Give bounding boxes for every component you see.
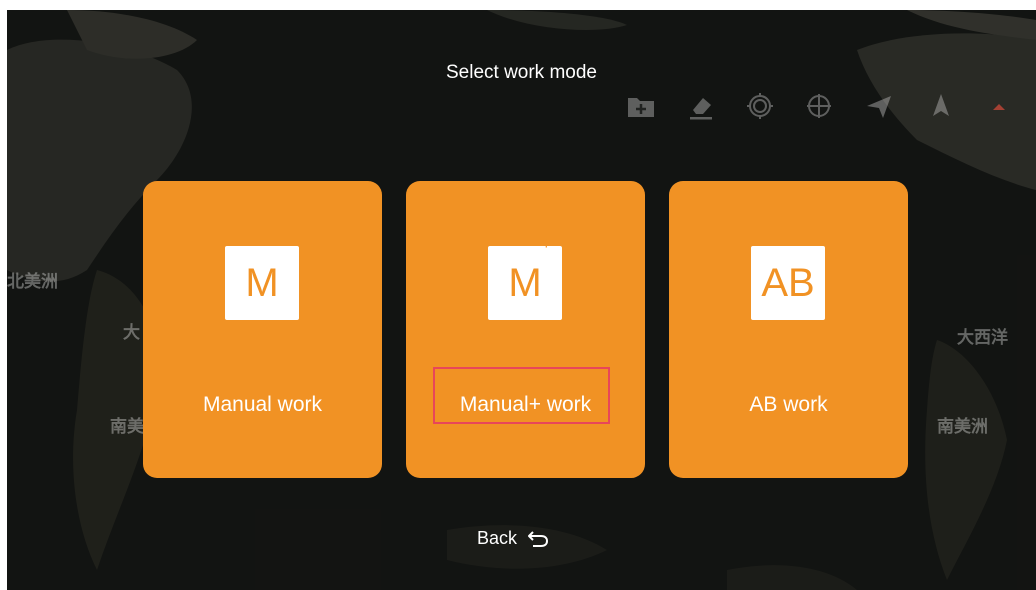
card-label: AB work [749,393,828,416]
home-point-icon [747,93,773,119]
send-icon [867,96,891,118]
locate-icon [807,94,831,118]
manual-work-card[interactable]: M Manual work [143,181,382,478]
card-label: Manual work [202,393,323,416]
back-label: Back [477,527,518,548]
icon-text-wrap: M + [508,237,551,306]
map-label: 北美洲 [7,272,58,292]
manual-plus-work-card[interactable]: M + Manual+ work [406,181,645,478]
app-screen: 北美洲 大 南美 大西洋 南美洲 Select work mode M Manu… [7,10,1036,590]
eraser-icon [690,98,712,120]
manual-plus-work-icon: M + [488,237,562,320]
ab-work-card[interactable]: AB AB work [669,181,908,478]
navigate-icon [933,94,949,116]
red-marker-icon [993,104,1005,110]
add-folder-icon [628,98,654,117]
icon-superscript: + [541,236,551,253]
card-label: Manual+ work [459,393,592,416]
map-label: 大 [123,323,140,343]
ab-work-icon: AB [751,246,825,320]
map-label: 南美 [110,417,144,437]
icon-text: M [245,261,279,305]
icon-text: AB [761,261,815,305]
manual-work-icon: M [225,246,299,320]
map-label: 大西洋 [957,328,1008,348]
back-button[interactable]: Back [477,523,549,553]
map-label: 南美洲 [937,417,988,437]
back-arrow-icon [528,531,549,547]
dialog-title: Select work mode [445,62,597,83]
icon-text: M [508,261,542,305]
